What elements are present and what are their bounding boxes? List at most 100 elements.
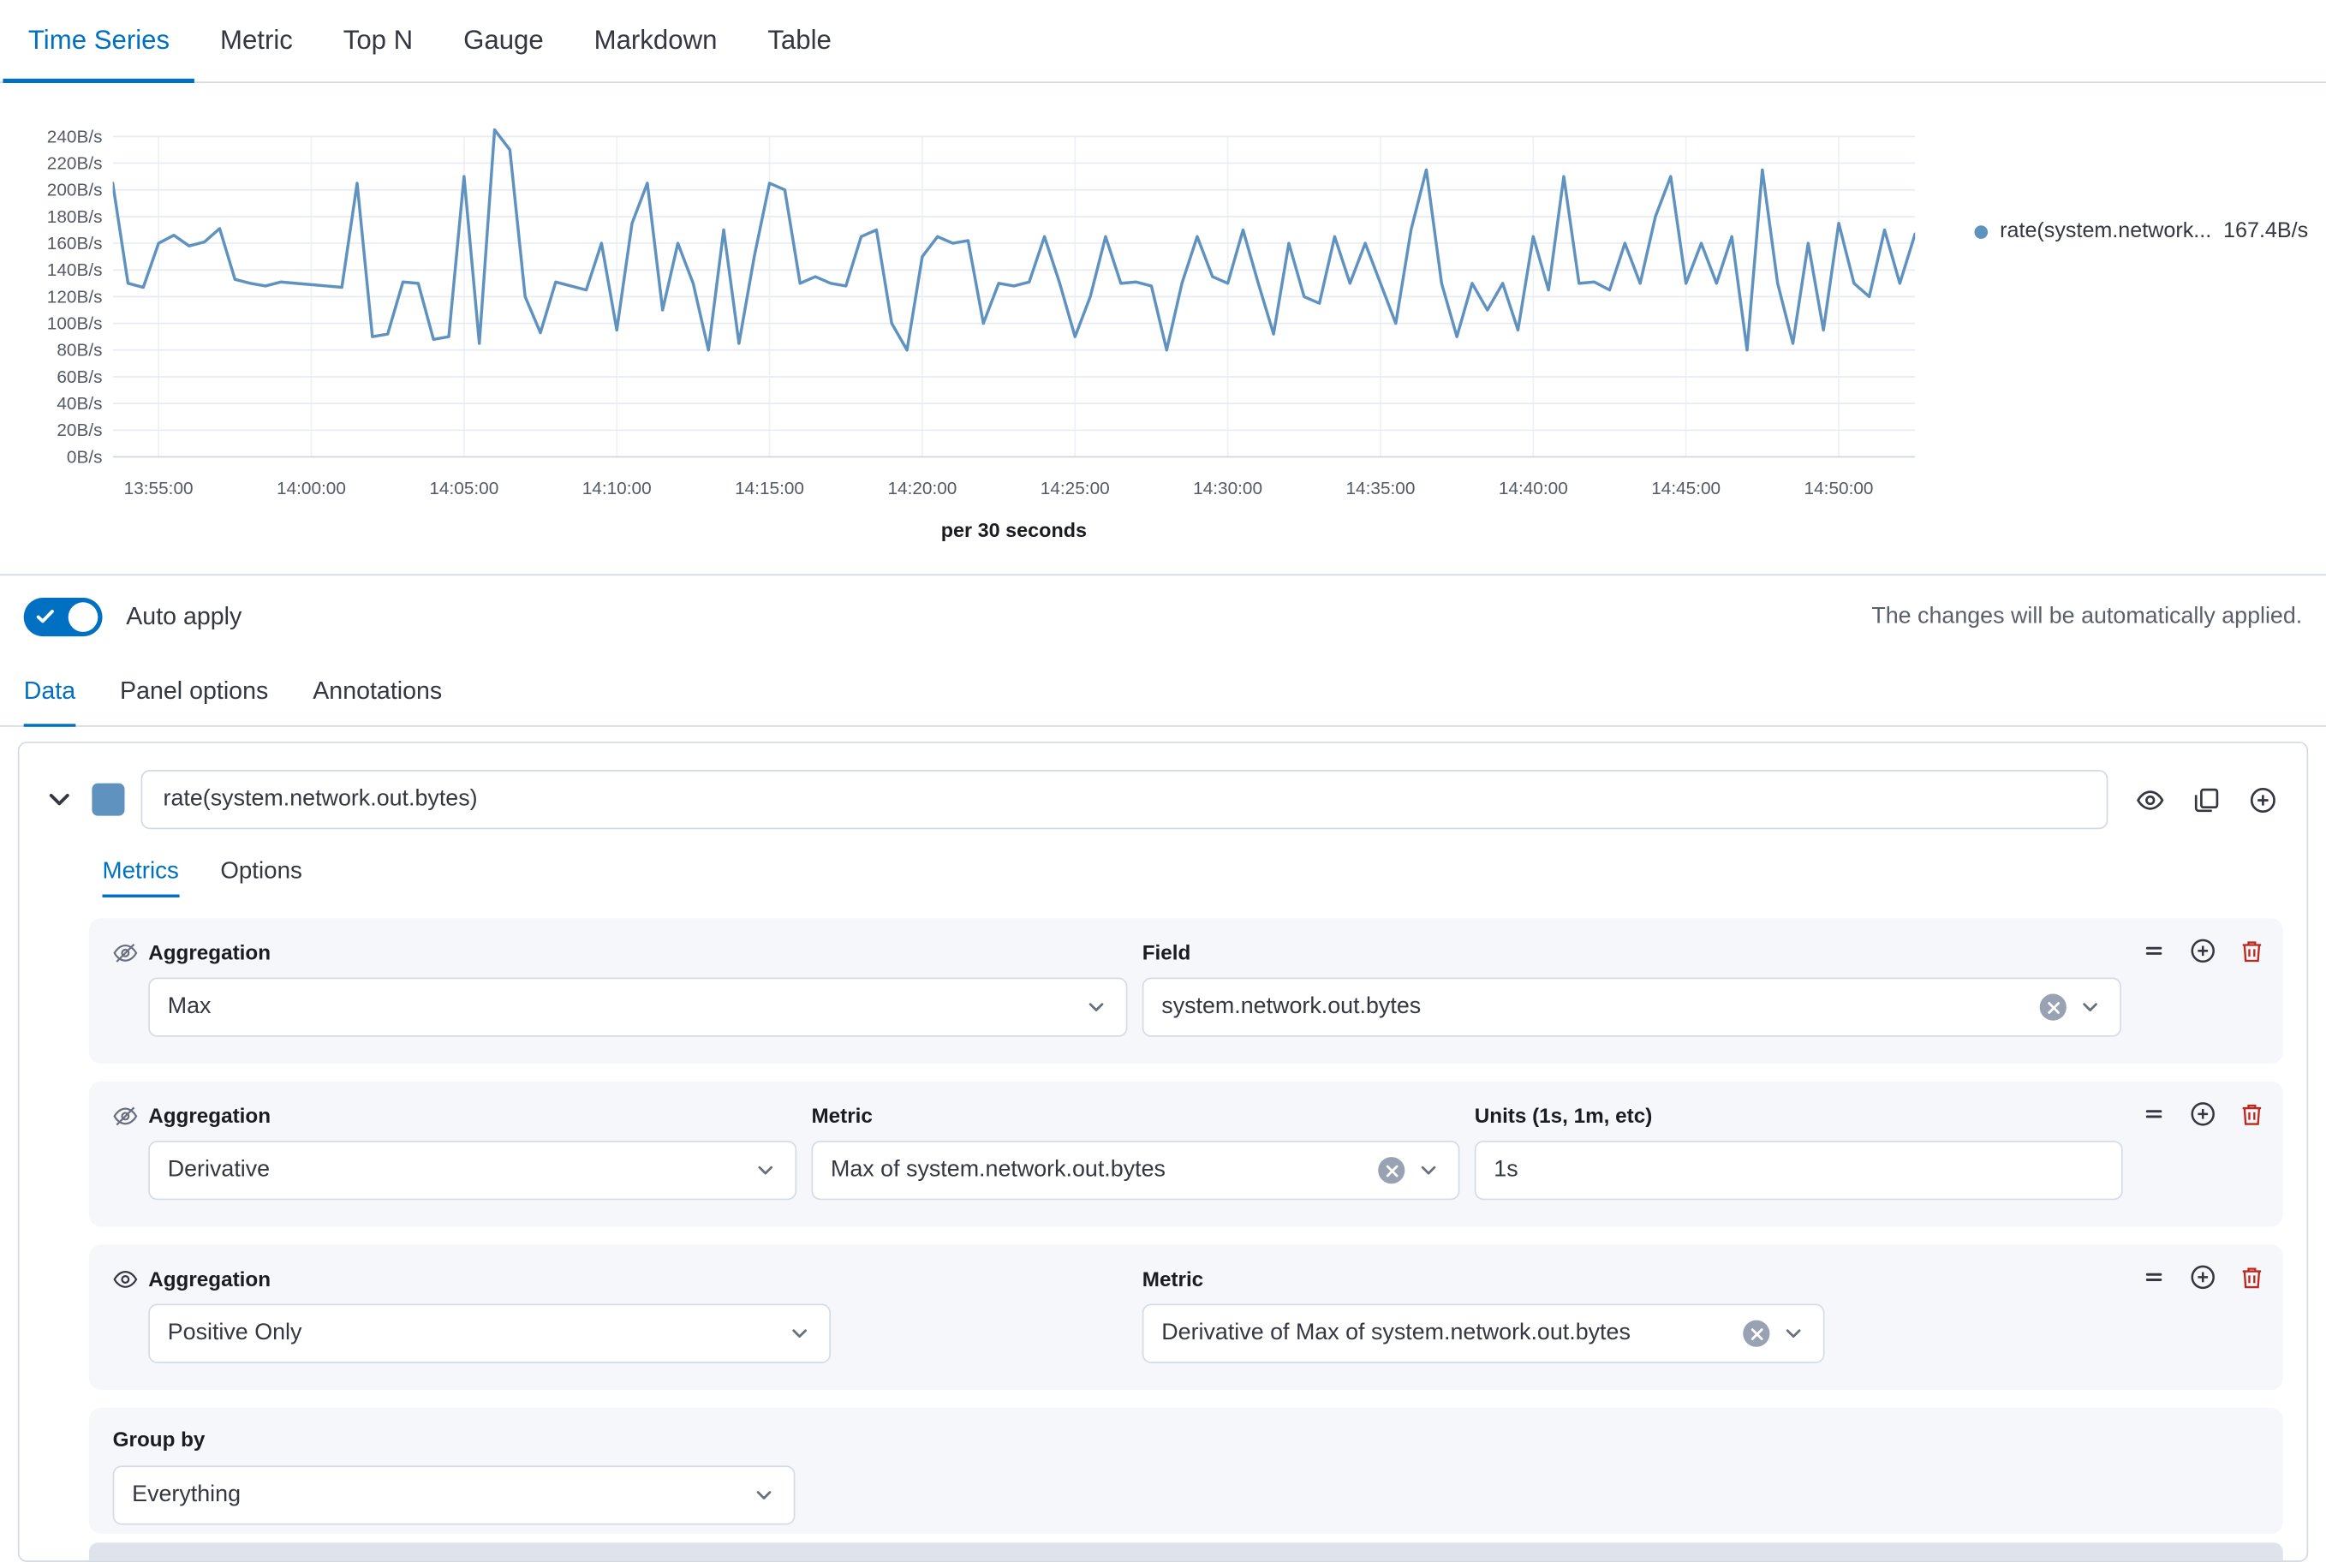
y-axis-tick: 120B/s — [47, 286, 103, 307]
field-combobox[interactable]: system.network.out.bytes — [1142, 977, 2121, 1036]
field-label: Field — [1142, 939, 2121, 965]
tab-data[interactable]: Data — [24, 659, 75, 725]
x-axis-tick: 14:00:00 — [277, 478, 346, 498]
aggregation-label: Aggregation — [148, 1266, 1127, 1292]
aggregation-label: Aggregation — [148, 939, 1127, 965]
metric-combobox[interactable]: Max of system.network.out.bytes — [811, 1141, 1459, 1200]
toggle-check-icon — [34, 605, 57, 628]
chevron-down-icon — [1084, 995, 1108, 1019]
auto-apply-toggle[interactable] — [24, 598, 103, 636]
eye-icon — [2136, 785, 2164, 814]
tab-options[interactable]: Options — [220, 847, 302, 897]
clear-selection-icon[interactable] — [1378, 1157, 1405, 1183]
visualization-type-tabs: Time Series Metric Top N Gauge Markdown … — [0, 0, 2326, 83]
auto-apply-row: Auto apply The changes will be automatic… — [0, 575, 2326, 659]
x-axis-tick: 14:40:00 — [1499, 478, 1568, 498]
chevron-down-icon — [754, 1159, 778, 1183]
clear-selection-icon[interactable] — [1743, 1321, 1769, 1347]
aggregation-select[interactable]: Derivative — [148, 1141, 796, 1200]
delete-metric-button[interactable] — [2239, 1100, 2265, 1127]
plus-circle-icon — [2190, 1100, 2216, 1127]
legend-series-value: 167.4B/s — [2223, 219, 2308, 243]
y-axis-tick: 220B/s — [47, 152, 103, 173]
chart-legend-item[interactable]: rate(system.network... 167.4B/s — [1975, 219, 2309, 243]
series-collapse-toggle[interactable] — [43, 784, 75, 816]
drag-handle-icon[interactable] — [2140, 938, 2167, 964]
x-axis-tick: 13:55:00 — [124, 478, 194, 498]
legend-series-dot — [1975, 224, 1989, 238]
time-series-plot[interactable] — [113, 128, 1916, 466]
series-color-swatch[interactable] — [92, 784, 124, 816]
y-axis-tick: 140B/s — [47, 259, 103, 280]
eye-icon — [113, 1266, 149, 1363]
delete-metric-button[interactable] — [2239, 1264, 2265, 1291]
tab-time-series[interactable]: Time Series — [3, 0, 194, 81]
aggregation-value: Positive Only — [168, 1321, 776, 1347]
x-axis-tick: 14:15:00 — [735, 478, 804, 498]
editor-tabs: Data Panel options Annotations — [0, 659, 2326, 727]
trash-icon — [2239, 1100, 2265, 1127]
plus-circle-icon — [2190, 938, 2216, 964]
aggregation-select[interactable]: Max — [148, 977, 1127, 1036]
tab-metrics[interactable]: Metrics — [103, 847, 179, 897]
units-label: Units (1s, 1m, etc) — [1475, 1102, 2123, 1129]
group-by-select[interactable]: Everything — [113, 1465, 796, 1524]
tab-panel-options[interactable]: Panel options — [120, 659, 268, 725]
legend-series-label: rate(system.network... — [2000, 219, 2211, 243]
add-series-button[interactable] — [2249, 785, 2277, 814]
eye-slash-icon — [113, 939, 149, 1036]
delete-metric-button[interactable] — [2239, 938, 2265, 964]
y-axis-tick: 80B/s — [57, 340, 102, 361]
tab-top-n[interactable]: Top N — [318, 0, 438, 81]
add-metric-button[interactable] — [2190, 938, 2216, 964]
add-metric-button[interactable] — [2190, 1100, 2216, 1127]
y-axis-tick: 180B/s — [47, 206, 103, 227]
chevron-down-icon — [1781, 1321, 1805, 1345]
series-header — [20, 743, 2307, 847]
series-label-input[interactable] — [141, 770, 2108, 829]
next-section-strip — [89, 1542, 2283, 1560]
group-by-label: Group by — [113, 1427, 206, 1451]
x-axis-tick: 14:20:00 — [887, 478, 957, 498]
metric-row-actions — [2140, 1264, 2264, 1291]
plus-circle-icon — [2190, 1264, 2216, 1291]
series-subtabs: Metrics Options — [20, 847, 2307, 897]
metric-label: Metric — [1142, 1266, 2121, 1292]
chevron-down-icon — [788, 1321, 812, 1345]
y-axis-tick: 60B/s — [57, 367, 102, 387]
chart-section: 0B/s20B/s40B/s60B/s80B/s100B/s120B/s140B… — [0, 83, 2326, 575]
group-by-value: Everything — [132, 1482, 740, 1508]
clear-selection-icon[interactable] — [2040, 994, 2067, 1021]
group-by-section: Group by Everything — [89, 1408, 2283, 1534]
aggregation-label: Aggregation — [148, 1102, 796, 1129]
x-axis-tick: 14:10:00 — [582, 478, 652, 498]
tab-table[interactable]: Table — [743, 0, 856, 81]
y-axis-tick: 160B/s — [47, 233, 103, 253]
y-axis-tick: 200B/s — [47, 180, 103, 200]
tab-markdown[interactable]: Markdown — [569, 0, 743, 81]
x-axis-tick: 14:35:00 — [1345, 478, 1415, 498]
aggregation-value: Max — [168, 994, 1073, 1021]
toggle-series-visibility-button[interactable] — [2136, 785, 2164, 814]
clone-series-button[interactable] — [2192, 785, 2221, 814]
plus-circle-icon — [2249, 785, 2277, 814]
add-metric-button[interactable] — [2190, 1264, 2216, 1291]
y-axis-tick: 240B/s — [47, 126, 103, 146]
tab-gauge[interactable]: Gauge — [438, 0, 570, 81]
y-axis-tick: 40B/s — [57, 393, 102, 414]
metric-row-actions — [2140, 1100, 2264, 1127]
tsvb-visual-builder: Time Series Metric Top N Gauge Markdown … — [0, 0, 2326, 1568]
metric-combobox[interactable]: Derivative of Max of system.network.out.… — [1142, 1304, 1825, 1363]
metric-label: Metric — [811, 1102, 1459, 1129]
drag-handle-icon[interactable] — [2140, 1264, 2167, 1291]
aggregation-row-positive-only: Aggregation Positive Only Metric Derivat… — [89, 1244, 2283, 1390]
field-value: system.network.out.bytes — [1161, 994, 2028, 1021]
drag-handle-icon[interactable] — [2140, 1100, 2167, 1127]
units-input[interactable] — [1475, 1141, 2123, 1200]
aggregation-select[interactable]: Positive Only — [148, 1304, 831, 1363]
tab-annotations[interactable]: Annotations — [313, 659, 442, 725]
tab-metric[interactable]: Metric — [195, 0, 319, 81]
x-axis: 13:55:0014:00:0014:05:0014:10:0014:15:00… — [113, 478, 1916, 508]
trash-icon — [2239, 1264, 2265, 1291]
chevron-down-icon — [1416, 1159, 1440, 1183]
